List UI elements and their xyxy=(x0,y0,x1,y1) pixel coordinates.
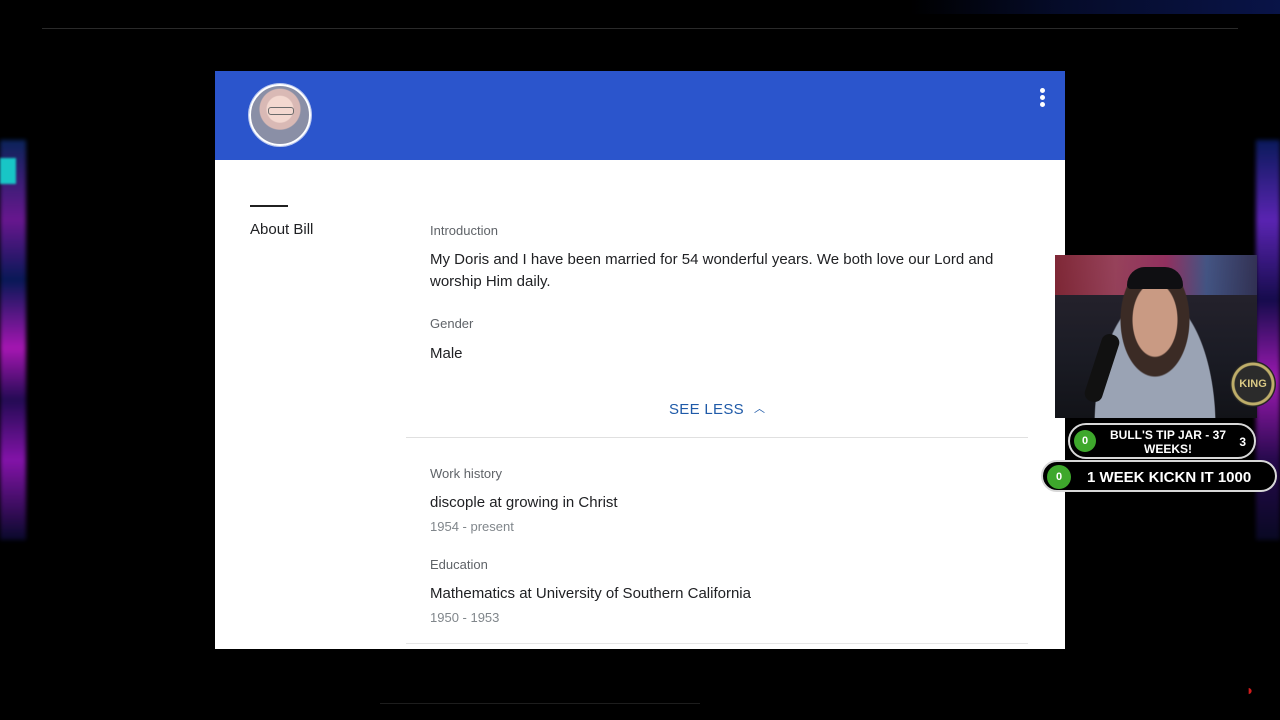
background-glow-left xyxy=(0,140,26,540)
section-title: About Bill xyxy=(250,221,314,238)
tip-jar-label: BULL'S TIP JAR - 37 WEEKS! xyxy=(1110,428,1226,456)
more-vert-icon[interactable] xyxy=(1034,87,1050,109)
section-divider xyxy=(406,643,1028,644)
corner-logo-icon: ◗ xyxy=(1245,682,1255,698)
goal-widget: 0 1 WEEK KICKN IT 1000 xyxy=(1041,460,1277,492)
divider-line xyxy=(380,703,700,704)
profile-header xyxy=(215,71,1065,160)
divider-line xyxy=(42,28,1238,29)
introduction-text: My Doris and I have been married for 54 … xyxy=(430,251,994,290)
goal-count: 0 xyxy=(1047,465,1071,489)
work-title: discople at growing in Christ xyxy=(430,494,618,511)
goal-label: 1 WEEK KICKN IT 1000 xyxy=(1087,469,1252,486)
education-title: Mathematics at University of Southern Ca… xyxy=(430,585,751,602)
education-label: Education xyxy=(430,557,488,572)
see-less-button[interactable]: SEE LESS ︿ xyxy=(669,401,765,418)
introduction-label: Introduction xyxy=(430,223,498,238)
tip-jar-right-count: 3 xyxy=(1239,435,1246,449)
work-dates: 1954 - present xyxy=(430,519,514,534)
profile-card: About Bill Introduction My Doris and I h… xyxy=(215,71,1065,649)
section-accent-rule xyxy=(250,205,288,207)
king-badge-logo: KING xyxy=(1230,361,1276,407)
gender-value: Male xyxy=(430,345,463,362)
education-dates: 1950 - 1953 xyxy=(430,610,500,625)
streamer-cap xyxy=(1127,267,1183,289)
background-glow xyxy=(910,0,1280,14)
tip-jar-widget: 0 BULL'S TIP JAR - 37 WEEKS! 3 xyxy=(1068,423,1256,459)
section-divider xyxy=(406,437,1028,438)
tip-jar-left-count: 0 xyxy=(1074,430,1096,452)
see-less-label: SEE LESS xyxy=(669,401,744,418)
avatar-glasses xyxy=(268,107,294,115)
work-history-label: Work history xyxy=(430,466,502,481)
avatar[interactable] xyxy=(249,84,311,146)
background-glow-accent xyxy=(0,158,16,184)
gender-label: Gender xyxy=(430,316,474,331)
streamer-webcam xyxy=(1055,255,1257,418)
chevron-up-icon: ︿ xyxy=(753,403,766,415)
